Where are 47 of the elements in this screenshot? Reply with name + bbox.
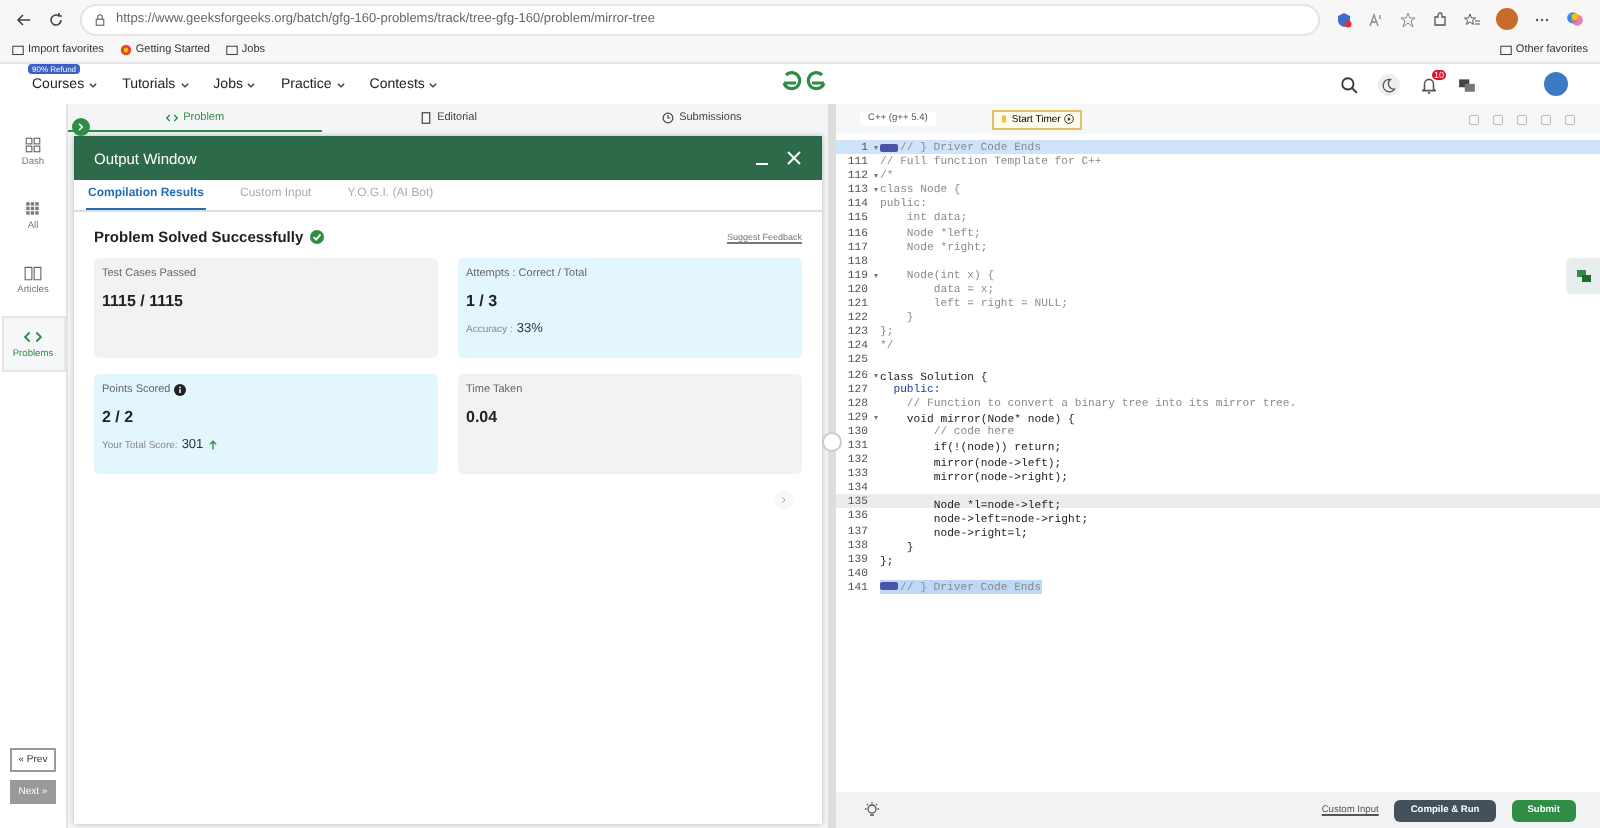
chat-icon xyxy=(1575,268,1591,284)
search-icon xyxy=(1340,75,1358,93)
lock-icon xyxy=(94,13,106,25)
chevron-down-icon xyxy=(428,79,439,89)
clock-icon xyxy=(661,111,674,123)
info-icon xyxy=(174,384,187,396)
copilot-icon xyxy=(1566,10,1584,28)
check-circle-icon xyxy=(309,230,324,244)
folder-icon xyxy=(12,44,24,56)
arrow-up-icon xyxy=(207,440,218,450)
code-icon xyxy=(24,328,42,346)
profile-avatar[interactable] xyxy=(1496,8,1518,30)
grid-icon xyxy=(24,200,42,218)
browser-logo-icon xyxy=(119,44,132,56)
resize-handle[interactable] xyxy=(822,432,842,452)
dashboard-icon xyxy=(24,136,42,154)
collapse-toggle[interactable] xyxy=(72,118,90,136)
close-icon xyxy=(786,150,802,166)
play-icon xyxy=(1064,114,1075,124)
chevron-down-icon xyxy=(88,79,99,89)
chevron-down-icon xyxy=(335,79,346,89)
refresh-icon xyxy=(48,11,64,27)
chevron-down-icon xyxy=(246,79,257,89)
folder-icon xyxy=(225,44,238,56)
folder-icon xyxy=(1499,44,1512,56)
chat-icon xyxy=(1458,75,1476,93)
chat-button[interactable] xyxy=(1566,258,1600,294)
star-icon xyxy=(1400,11,1416,27)
favorites-icon xyxy=(1464,11,1480,27)
chevron-right-icon xyxy=(76,122,86,132)
card-value: 1 / 3 xyxy=(466,292,500,310)
moon-icon xyxy=(1378,73,1400,95)
shield-icon xyxy=(1336,11,1352,27)
bell-icon xyxy=(1420,75,1438,93)
bulb-icon xyxy=(864,802,880,818)
card-value: 0.04 xyxy=(466,408,500,426)
minimize-icon xyxy=(754,162,770,166)
read-aloud-icon xyxy=(1368,11,1384,27)
back-icon xyxy=(16,11,32,27)
code-icon xyxy=(165,111,178,123)
book-icon xyxy=(24,264,42,282)
card-value: 1115 / 1115 xyxy=(102,292,185,310)
card-value: 2 / 2 xyxy=(102,408,136,426)
document-icon xyxy=(419,111,432,123)
extensions-icon xyxy=(1432,11,1448,27)
user-avatar[interactable] xyxy=(1544,72,1568,96)
chevron-down-icon xyxy=(179,79,190,89)
